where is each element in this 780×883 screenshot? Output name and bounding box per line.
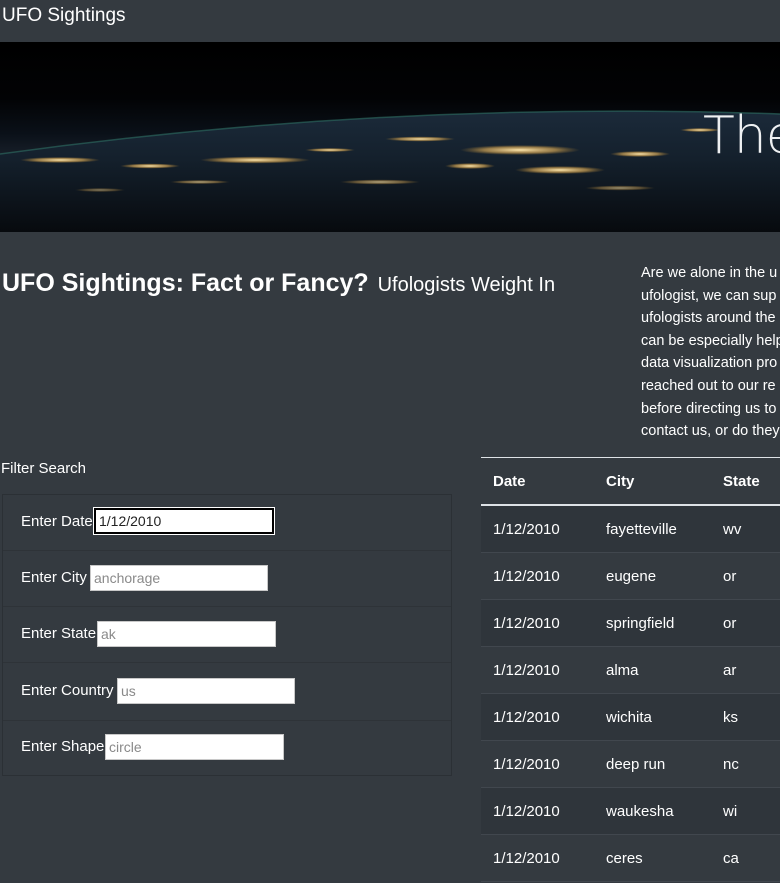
intro-line: reached out to our re <box>641 377 776 394</box>
city-input[interactable] <box>90 565 268 591</box>
shape-label: Enter Shape <box>21 738 105 755</box>
cell-city: deep run <box>594 740 711 788</box>
cell-date: 1/12/2010 <box>481 599 594 647</box>
cell-date: 1/12/2010 <box>481 552 594 600</box>
intro-line: contact us, or do they <box>641 423 780 440</box>
column-header-date: Date <box>481 457 594 506</box>
table-row: 1/12/2010 deep run nc <box>481 740 780 788</box>
cell-date: 1/12/2010 <box>481 693 594 741</box>
headline-main: UFO Sightings: Fact or Fancy? <box>2 269 369 297</box>
filter-search-title: Filter Search <box>1 460 87 477</box>
table-row: 1/12/2010 eugene or <box>481 552 780 600</box>
cell-state: or <box>711 599 780 647</box>
table-header-row: Date City State <box>481 457 780 506</box>
table-row: 1/12/2010 waukesha wi <box>481 787 780 835</box>
cell-date: 1/12/2010 <box>481 505 594 553</box>
intro-line: ufologist, we can sup <box>641 287 777 304</box>
filter-row-date: Enter Date <box>3 495 451 551</box>
country-label: Enter Country <box>21 682 114 699</box>
page-headline: UFO Sightings: Fact or Fancy? Ufologists… <box>2 262 555 299</box>
table-row: 1/12/2010 ceres ca <box>481 834 780 882</box>
date-label: Enter Date <box>21 513 93 530</box>
hero-banner: The <box>0 42 780 232</box>
table-row: 1/12/2010 fayetteville wv <box>481 505 780 553</box>
headline-subtitle: Ufologists Weight In <box>377 274 556 296</box>
earth-night-image <box>0 110 780 232</box>
cell-date: 1/12/2010 <box>481 646 594 694</box>
intro-paragraph: Are we alone in the u ufologist, we can … <box>641 262 780 443</box>
column-header-state: State <box>711 457 780 506</box>
table-row: 1/12/2010 springfield or <box>481 599 780 647</box>
filter-form: Enter Date Enter City Enter State Enter … <box>2 494 452 776</box>
filter-row-shape: Enter Shape <box>3 721 451 777</box>
date-input[interactable] <box>94 508 274 534</box>
ufo-table: Date City State 1/12/2010 fayetteville w… <box>481 457 780 882</box>
table-row: 1/12/2010 alma ar <box>481 646 780 694</box>
cell-city: springfield <box>594 599 711 647</box>
intro-line: Are we alone in the u <box>641 265 778 281</box>
state-label: Enter State <box>21 625 97 642</box>
column-header-city: City <box>594 457 711 506</box>
city-label: Enter City <box>21 569 87 586</box>
cell-city: ceres <box>594 834 711 882</box>
cell-city: wichita <box>594 693 711 741</box>
country-input[interactable] <box>117 678 295 704</box>
intro-line: can be especially help <box>641 332 780 349</box>
intro-line: data visualization pro <box>641 355 778 372</box>
filter-row-city: Enter City <box>3 551 451 607</box>
filter-row-country: Enter Country <box>3 663 451 721</box>
ufo-table-container: Date City State 1/12/2010 fayetteville w… <box>481 457 780 882</box>
state-input[interactable] <box>97 621 276 647</box>
cell-state: ca <box>711 834 780 882</box>
cell-date: 1/12/2010 <box>481 834 594 882</box>
cell-state: or <box>711 552 780 600</box>
cell-state: ks <box>711 693 780 741</box>
cell-state: ar <box>711 646 780 694</box>
table-row: 1/12/2010 wichita ks <box>481 693 780 741</box>
intro-line: ufologists around the <box>641 310 776 327</box>
filter-row-state: Enter State <box>3 607 451 663</box>
intro-line: before directing us to <box>641 400 777 417</box>
cell-state: nc <box>711 740 780 788</box>
cell-date: 1/12/2010 <box>481 787 594 835</box>
navbar-brand-link[interactable]: UFO Sightings <box>2 4 126 28</box>
cell-date: 1/12/2010 <box>481 740 594 788</box>
cell-state: wi <box>711 787 780 835</box>
cell-city: fayetteville <box>594 505 711 553</box>
navbar: UFO Sightings <box>0 0 780 42</box>
cell-city: waukesha <box>594 787 711 835</box>
shape-input[interactable] <box>105 734 284 760</box>
hero-title: The <box>703 106 780 166</box>
cell-state: wv <box>711 505 780 553</box>
cell-city: eugene <box>594 552 711 600</box>
cell-city: alma <box>594 646 711 694</box>
